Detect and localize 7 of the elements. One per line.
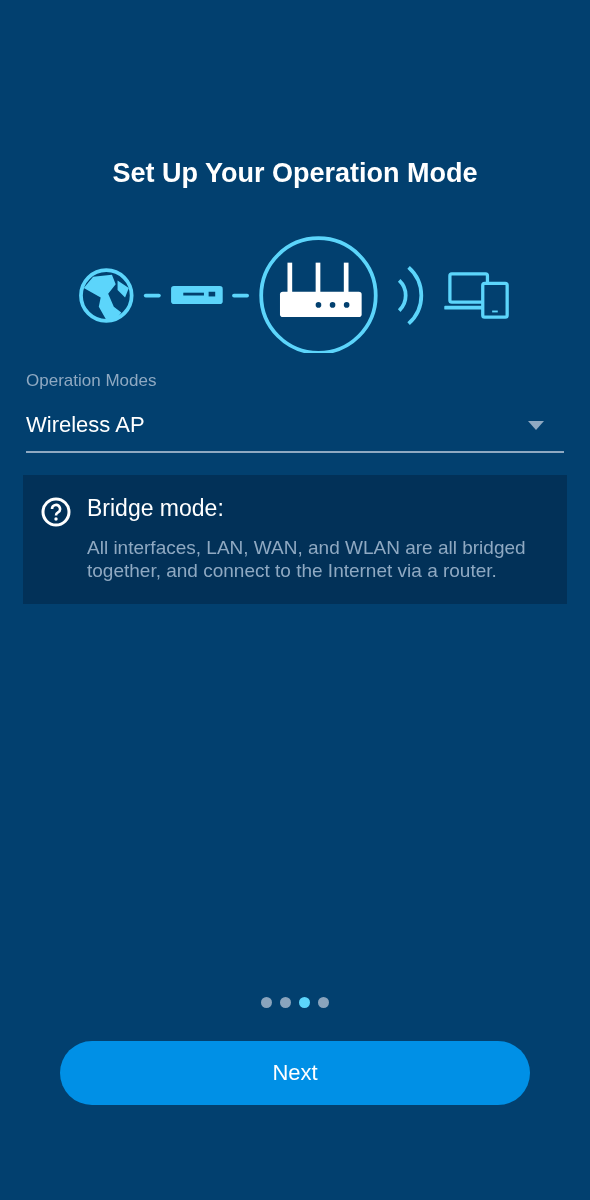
field-label: Operation Modes — [26, 371, 158, 391]
info-title: Bridge mode: — [87, 495, 225, 522]
help-icon — [41, 497, 71, 527]
caret-icon — [528, 420, 544, 430]
info-description: All interfaces, LAN, WAN, and WLAN are all bridged together, and connect to the Internet via a router. — [87, 536, 527, 582]
mode-dropdown[interactable]: Wireless AP — [26, 403, 564, 453]
page-title: Set Up Your Operation Mode — [112, 158, 478, 189]
